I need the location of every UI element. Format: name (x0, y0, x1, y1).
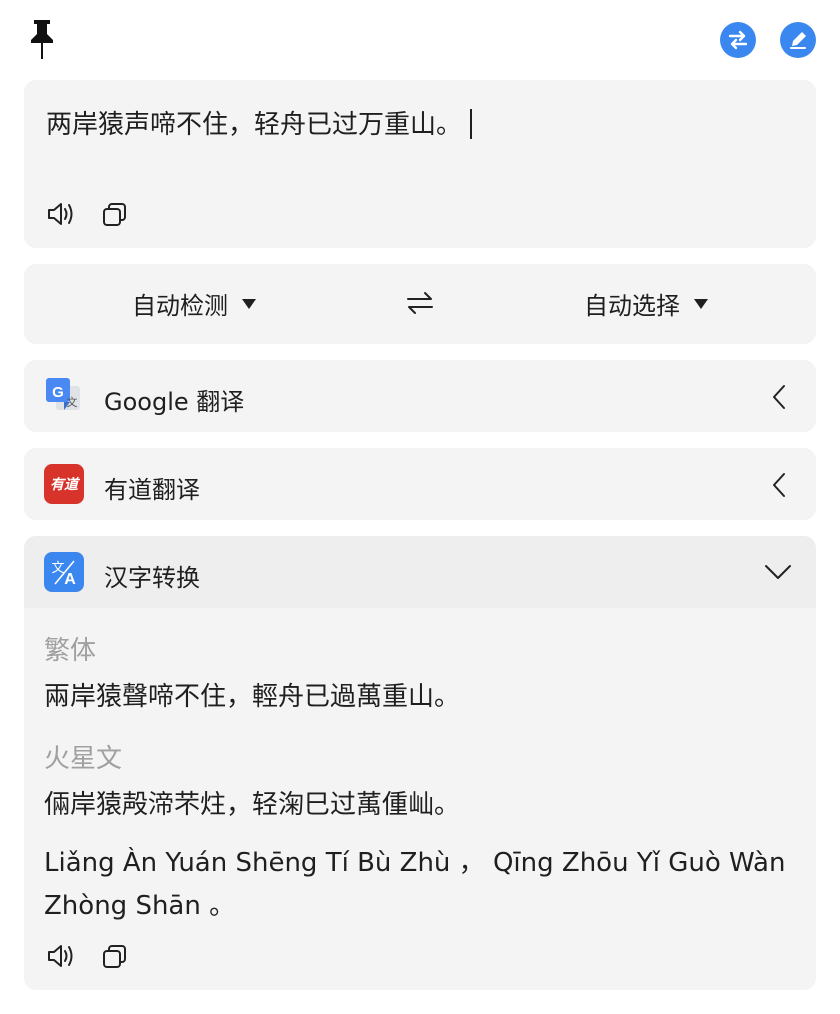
source-card: 两岸猿声啼不住，轻舟已过万重山。 (24, 80, 816, 248)
service-header[interactable]: 文 A 汉字转换 (24, 536, 816, 608)
copy-icon (103, 945, 126, 968)
google-translate-logo: G 文 (44, 376, 84, 416)
copy-icon (103, 203, 126, 226)
speak-button[interactable] (46, 200, 78, 228)
swap-arrows-icon (407, 292, 433, 314)
service-chinese-conversion: 文 A 汉字转换 繁体 兩岸猿聲啼不住，輕舟已過萬重山。 火星文 倆岸猿殸渧芣炷… (24, 536, 816, 990)
svg-text:G: G (52, 384, 64, 401)
target-language-label: 自动选择 (584, 292, 680, 320)
swap-button[interactable] (720, 22, 756, 58)
traditional-text: 兩岸猿聲啼不住，輕舟已過萬重山。 (44, 682, 461, 712)
source-language-label: 自动检测 (132, 292, 228, 320)
source-language-select[interactable]: 自动检测 (132, 286, 256, 321)
chevron-left-icon[interactable] (772, 384, 786, 410)
service-name: Google 翻译 (104, 388, 245, 416)
source-text-input[interactable]: 两岸猿声啼不住，轻舟已过万重山。 (46, 104, 473, 141)
service-google[interactable]: G 文 Google 翻译 (24, 360, 816, 432)
traditional-label: 繁体 (44, 636, 97, 666)
martian-label: 火星文 (44, 744, 123, 774)
chevron-down-icon (242, 298, 256, 309)
chevron-down-icon[interactable] (764, 564, 792, 580)
swap-icon (728, 30, 748, 50)
edit-button[interactable] (780, 22, 816, 58)
svg-text:A: A (64, 571, 76, 588)
translate-logo: 文 A (44, 552, 84, 592)
speaker-icon (48, 203, 73, 225)
martian-text: 倆岸猿殸渧芣炷，轻淗巳过萭偅屾。 (44, 790, 461, 820)
chevron-left-icon[interactable] (772, 472, 786, 498)
language-bar: 自动检测 自动选择 (24, 264, 816, 344)
text-cursor (470, 108, 473, 139)
service-name: 有道翻译 (104, 476, 200, 504)
pin-icon (31, 20, 53, 59)
swap-languages-button[interactable] (404, 290, 436, 316)
chevron-down-icon (694, 298, 708, 309)
speaker-icon (48, 945, 73, 967)
copy-button[interactable] (100, 200, 130, 230)
pencil-icon (790, 32, 806, 49)
service-youdao[interactable]: 有道 有道翻译 (24, 448, 816, 520)
copy-button[interactable] (100, 942, 130, 972)
speak-button[interactable] (46, 942, 78, 970)
youdao-logo: 有道 (44, 464, 84, 504)
pinyin-text: Liǎng Àn Yuán Shēng Tí Bù Zhù ， Qīng Zhō… (44, 848, 786, 921)
service-name: 汉字转换 (104, 564, 200, 592)
svg-text:文: 文 (67, 395, 78, 409)
pin-button[interactable] (26, 18, 58, 60)
target-language-select[interactable]: 自动选择 (584, 286, 708, 321)
